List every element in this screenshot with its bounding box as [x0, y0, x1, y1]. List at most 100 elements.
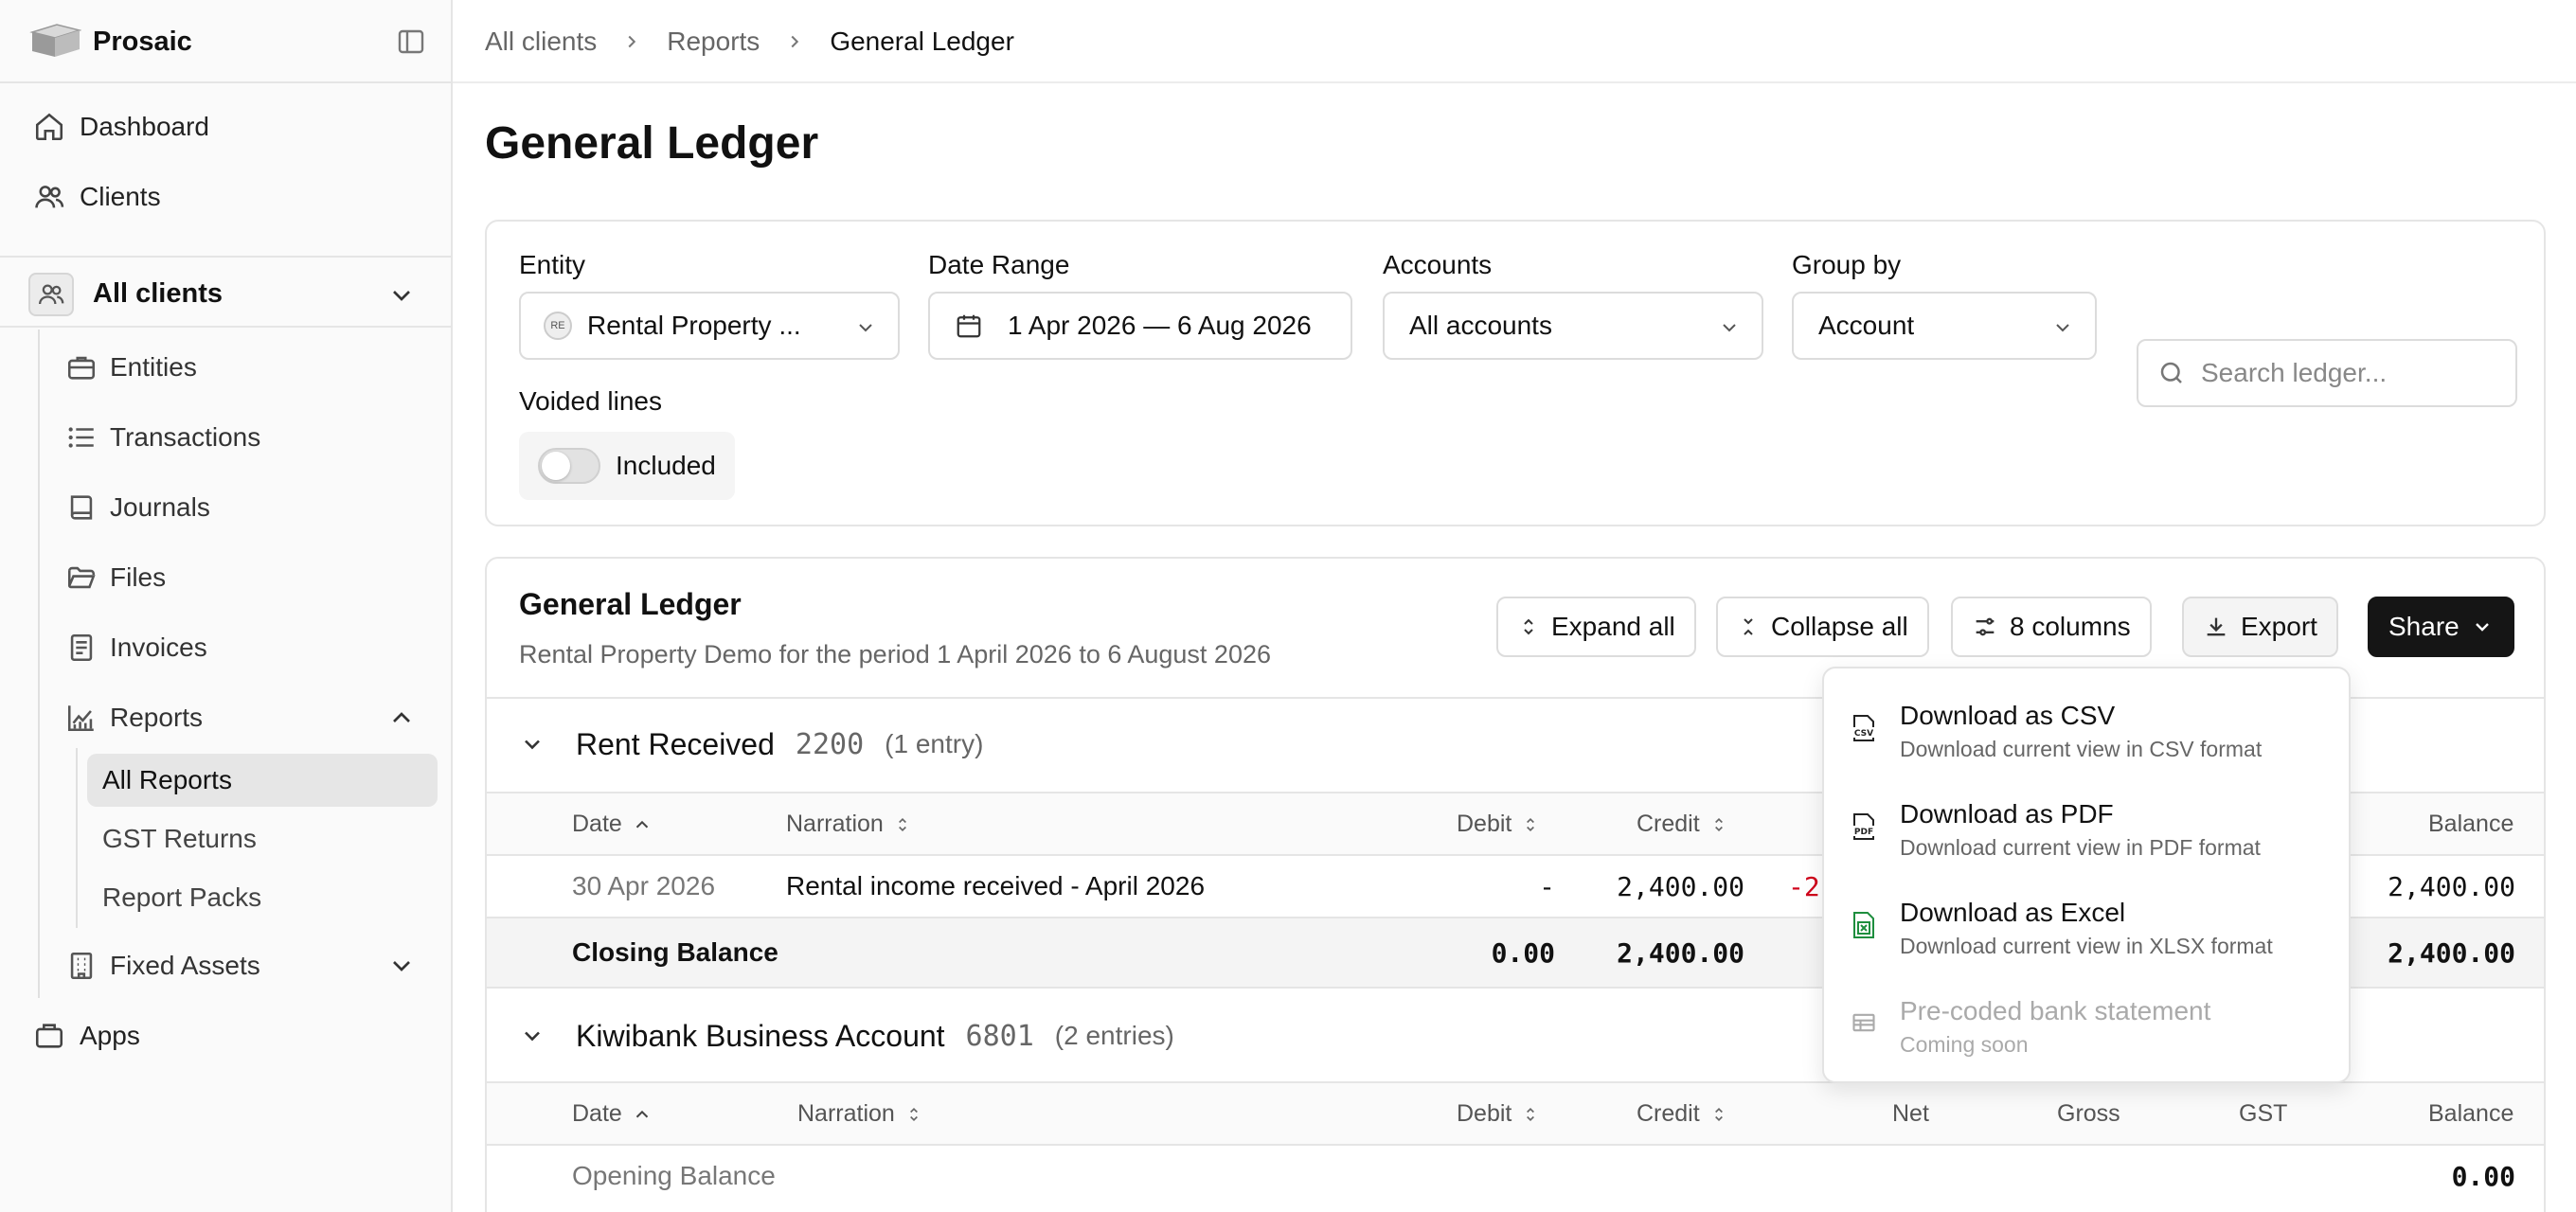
svg-text:CSV: CSV: [1854, 729, 1873, 739]
col-date-header[interactable]: Date: [572, 1100, 653, 1128]
export-bank-statement-title: Pre-coded bank statement: [1900, 996, 2211, 1025]
expand-all-button[interactable]: Expand all: [1496, 597, 1696, 657]
col-net-header[interactable]: Net: [1892, 1100, 1929, 1128]
breadcrumb-all-clients[interactable]: All clients: [485, 27, 597, 57]
search-icon: [2157, 359, 2186, 387]
nav-dashboard[interactable]: Dashboard: [30, 100, 209, 153]
col-debit-header[interactable]: Debit: [1457, 811, 1540, 838]
export-bank-statement-item: Pre-coded bank statement Coming soon: [1824, 968, 2349, 1066]
export-pdf-item[interactable]: PDF Download as PDF Download current vie…: [1824, 771, 2349, 869]
sidebar-header: Prosaic: [0, 0, 451, 83]
apps-briefcase-icon: [30, 1017, 68, 1055]
col-credit-label: Credit: [1637, 811, 1700, 837]
col-gst-header[interactable]: GST: [2239, 1100, 2287, 1128]
sort-icon: [1709, 1105, 1728, 1124]
client-group-label: All clients: [93, 278, 223, 309]
col-date-header[interactable]: Date: [572, 811, 653, 838]
nav-all-reports[interactable]: All Reports: [87, 754, 438, 807]
nav-journals[interactable]: Journals: [63, 481, 210, 534]
svg-text:PDF: PDF: [1854, 828, 1873, 837]
nav-clients[interactable]: Clients: [30, 170, 161, 223]
export-excel-desc: Download current view in XLSX format: [1900, 934, 2273, 958]
opening-label: Opening Balance: [572, 1161, 776, 1190]
nav-files[interactable]: Files: [63, 551, 166, 604]
nav-reports[interactable]: Reports: [63, 691, 432, 744]
col-gst-label: GST: [2239, 1100, 2288, 1127]
list-icon: [63, 419, 100, 456]
nav-transactions[interactable]: Transactions: [63, 411, 260, 464]
col-debit-header[interactable]: Debit: [1457, 1100, 1540, 1128]
col-credit-header[interactable]: Credit: [1637, 811, 1728, 838]
row-debit: -: [1539, 871, 1555, 902]
accounts-select[interactable]: All accounts: [1383, 292, 1763, 360]
export-bank-statement-desc: Coming soon: [1900, 1032, 2029, 1057]
col-narration-header[interactable]: Narration: [786, 811, 912, 838]
col-gross-header[interactable]: Gross: [2057, 1100, 2120, 1128]
filters-panel: Entity RE Rental Property ... Date Range…: [485, 220, 2546, 526]
client-group-selector[interactable]: All clients: [0, 256, 451, 328]
tree-guide-line-reports: [76, 748, 78, 928]
entity-select[interactable]: RE Rental Property ...: [519, 292, 900, 360]
breadcrumb-reports[interactable]: Reports: [667, 27, 760, 57]
section-header-rent-received[interactable]: Rent Received 2200 (1 entry): [519, 716, 983, 773]
nav-files-label: Files: [110, 562, 167, 592]
row-date: 30 Apr 2026: [572, 871, 716, 900]
col-credit-header[interactable]: Credit: [1637, 1100, 1728, 1128]
nav-invoices-label: Invoices: [110, 633, 207, 662]
row-credit: 2,400.00: [1617, 871, 1744, 902]
sort-icon: [893, 815, 912, 834]
search-input[interactable]: Search ledger...: [2137, 339, 2517, 407]
export-menu: CSV Download as CSV Download current vie…: [1822, 667, 2351, 1083]
collapse-all-button[interactable]: Collapse all: [1716, 597, 1929, 657]
expand-all-label: Expand all: [1551, 612, 1675, 641]
export-csv-desc: Download current view in CSV format: [1900, 737, 2263, 761]
sliders-icon: [1972, 614, 1998, 640]
chevron-down-icon[interactable]: [519, 731, 546, 758]
collapse-all-label: Collapse all: [1771, 612, 1908, 641]
chevron-down-icon: [1718, 316, 1741, 339]
export-csv-title: Download as CSV: [1900, 701, 2116, 730]
sidebar-toggle-icon[interactable]: [396, 27, 426, 57]
nav-report-packs[interactable]: Report Packs: [87, 871, 438, 924]
divider: [487, 1144, 2544, 1146]
file-pdf-icon: PDF: [1851, 812, 1877, 841]
chevron-right-icon: [784, 31, 805, 52]
export-csv-item[interactable]: CSV Download as CSV Download current vie…: [1824, 672, 2349, 771]
section-header-kiwibank[interactable]: Kiwibank Business Account 6801 (2 entrie…: [519, 1007, 1174, 1064]
nav-apps[interactable]: Apps: [30, 1009, 140, 1062]
col-balance-header[interactable]: Balance: [2428, 811, 2513, 838]
nav-invoices[interactable]: Invoices: [63, 621, 207, 674]
chevron-down-icon[interactable]: [519, 1023, 546, 1049]
columns-label: 8 columns: [2010, 612, 2131, 641]
export-excel-item[interactable]: Download as Excel Download current view …: [1824, 869, 2349, 968]
nav-apps-label: Apps: [80, 1021, 140, 1050]
voided-lines-toggle-label: Included: [616, 451, 716, 480]
sort-icon: [1521, 815, 1540, 834]
export-label: Export: [2241, 612, 2317, 641]
col-narration-header[interactable]: Narration: [797, 1100, 923, 1128]
section-count: (1 entry): [885, 729, 984, 758]
share-button[interactable]: Share: [2368, 597, 2514, 657]
briefcase-icon: [63, 348, 100, 386]
chevron-down-icon: [2471, 615, 2494, 638]
voided-lines-toggle[interactable]: [538, 448, 600, 484]
building-icon: [63, 947, 100, 985]
entity-label: Entity: [519, 250, 586, 279]
download-icon: [2203, 614, 2229, 640]
col-debit-label: Debit: [1457, 811, 1512, 837]
section-code: 2200: [795, 727, 865, 761]
app-logo-icon: [28, 21, 81, 61]
nav-fixed-assets[interactable]: Fixed Assets: [63, 939, 432, 992]
date-range-label: Date Range: [928, 250, 1070, 279]
date-range-picker[interactable]: 1 Apr 2026 — 6 Aug 2026: [928, 292, 1352, 360]
row-narration: Rental income received - April 2026: [786, 871, 1206, 900]
group-by-select[interactable]: Account: [1792, 292, 2097, 360]
nav-entities[interactable]: Entities: [63, 341, 197, 394]
nav-transactions-label: Transactions: [110, 422, 261, 452]
col-date-label: Date: [572, 1100, 622, 1127]
col-balance-header[interactable]: Balance: [2428, 1100, 2513, 1128]
nav-gst-returns[interactable]: GST Returns: [87, 812, 438, 865]
accounts-label: Accounts: [1383, 250, 1493, 279]
export-button[interactable]: Export: [2182, 597, 2338, 657]
columns-button[interactable]: 8 columns: [1951, 597, 2152, 657]
